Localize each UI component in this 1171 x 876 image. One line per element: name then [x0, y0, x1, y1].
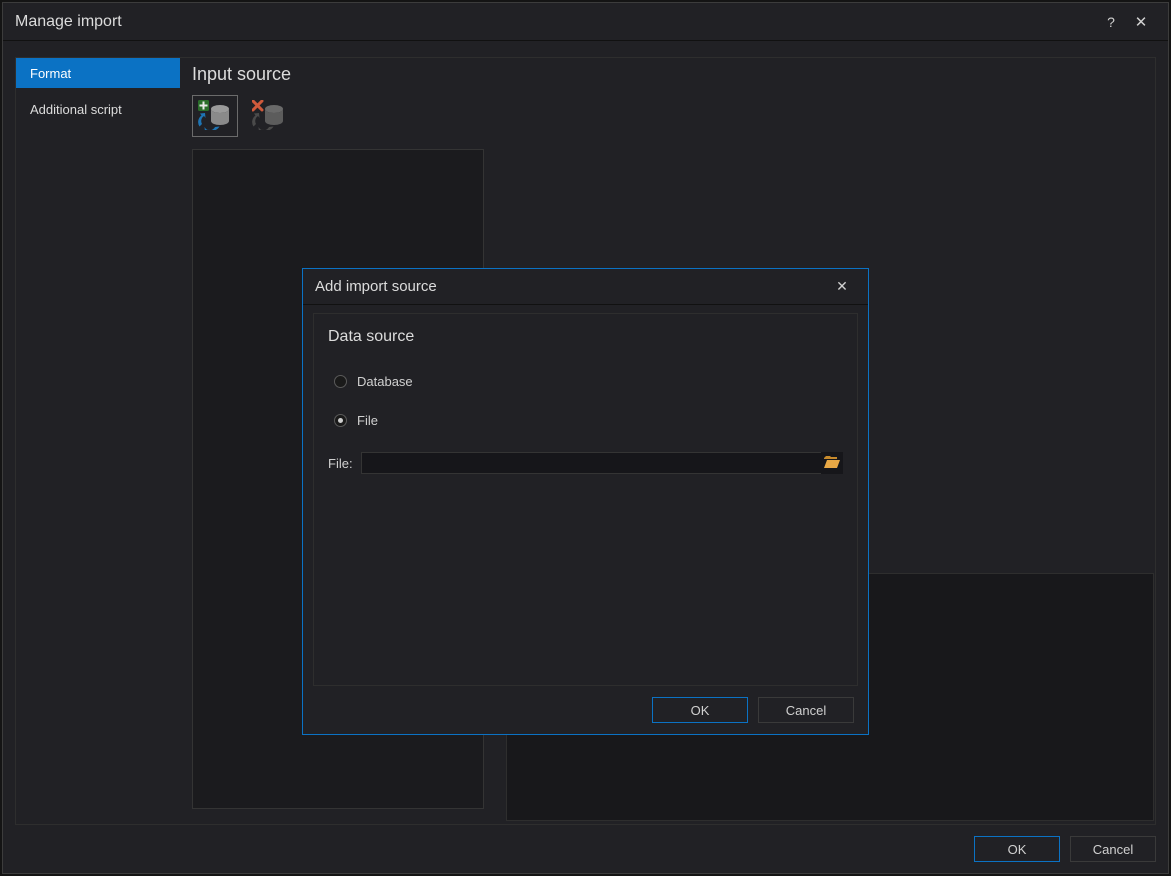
dialog-titlebar[interactable]: Add import source ✕: [303, 269, 868, 305]
close-icon[interactable]: ✕: [1126, 7, 1156, 37]
sidebar-item-format[interactable]: Format: [16, 58, 180, 88]
dialog-body: Data source Database File File:: [313, 313, 858, 686]
dialog-footer: OK Cancel: [303, 686, 868, 734]
window-title: Manage import: [15, 13, 122, 31]
file-path-input[interactable]: [361, 452, 837, 474]
ok-button[interactable]: OK: [974, 836, 1060, 862]
manage-import-titlebar[interactable]: Manage import ? ✕: [3, 3, 1168, 41]
sidebar-item-label: Format: [30, 66, 71, 81]
help-icon[interactable]: ?: [1096, 7, 1126, 37]
sidebar-item-label: Additional script: [30, 102, 122, 117]
sidebar-item-additional-script[interactable]: Additional script: [16, 94, 180, 124]
add-import-source-dialog: Add import source ✕ Data source Database…: [302, 268, 869, 735]
radio-icon: [334, 414, 347, 427]
sidebar: Format Additional script: [16, 58, 180, 824]
radio-database[interactable]: Database: [328, 374, 843, 389]
browse-button[interactable]: [821, 452, 843, 474]
close-icon[interactable]: ✕: [828, 273, 856, 301]
section-title: Input source: [192, 58, 1155, 95]
radio-file[interactable]: File: [328, 413, 843, 428]
radio-label: Database: [357, 374, 413, 389]
file-label: File:: [328, 456, 353, 471]
ok-button[interactable]: OK: [652, 697, 748, 723]
dialog-title: Add import source: [315, 278, 437, 295]
group-title: Data source: [328, 328, 843, 346]
add-source-button[interactable]: [192, 95, 238, 137]
remove-source-icon: [252, 100, 286, 133]
remove-source-button[interactable]: [246, 95, 292, 137]
radio-label: File: [357, 413, 378, 428]
cancel-button[interactable]: Cancel: [758, 697, 854, 723]
folder-open-icon: [824, 456, 840, 471]
add-source-icon: [198, 100, 232, 133]
cancel-button[interactable]: Cancel: [1070, 836, 1156, 862]
outer-footer: OK Cancel: [3, 825, 1168, 873]
toolbar: [192, 95, 1155, 137]
file-row: File:: [328, 452, 843, 474]
radio-icon: [334, 375, 347, 388]
